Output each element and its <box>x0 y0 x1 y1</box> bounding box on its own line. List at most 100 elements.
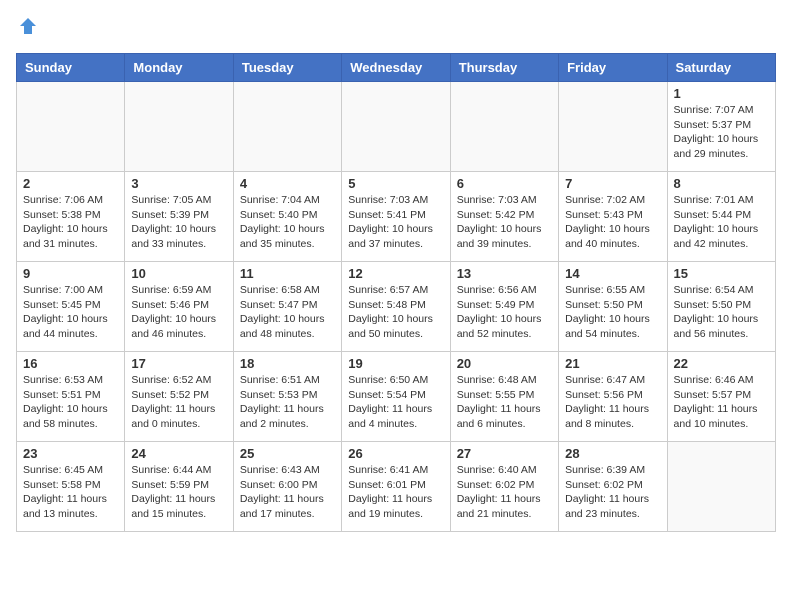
calendar-cell: 2 Sunrise: 7:06 AM Sunset: 5:38 PM Daylig… <box>17 172 125 262</box>
week-row-3: 9Sunrise: 7:00 AM Sunset: 5:45 PM Daylig… <box>17 262 776 352</box>
day-number: 18 <box>240 356 335 371</box>
day-number: 26 <box>348 446 443 461</box>
day-info: Sunrise: 6:46 AM Sunset: 5:57 PM Dayligh… <box>674 373 769 432</box>
day-number: 4 <box>240 176 335 191</box>
calendar: SundayMondayTuesdayWednesdayThursdayFrid… <box>16 53 776 532</box>
day-info: Sunrise: 7:03 AM Sunset: 5:42 PM Dayligh… <box>457 193 552 252</box>
day-info: Sunrise: 6:44 AM Sunset: 5:59 PM Dayligh… <box>131 463 226 522</box>
logo <box>16 16 38 41</box>
day-number: 17 <box>131 356 226 371</box>
day-info: Sunrise: 6:40 AM Sunset: 6:02 PM Dayligh… <box>457 463 552 522</box>
day-number: 13 <box>457 266 552 281</box>
week-row-2: 2 Sunrise: 7:06 AM Sunset: 5:38 PM Daylig… <box>17 172 776 262</box>
day-number: 5 <box>348 176 443 191</box>
calendar-cell: 19Sunrise: 6:50 AM Sunset: 5:54 PM Dayli… <box>342 352 450 442</box>
day-info: Sunrise: 6:55 AM Sunset: 5:50 PM Dayligh… <box>565 283 660 342</box>
weekday-header-row: SundayMondayTuesdayWednesdayThursdayFrid… <box>17 54 776 82</box>
calendar-cell: 4 Sunrise: 7:04 AM Sunset: 5:40 PM Daylig… <box>233 172 341 262</box>
day-info: Sunrise: 7:06 AM Sunset: 5:38 PM Dayligh… <box>23 193 118 252</box>
calendar-cell: 24 Sunrise: 6:44 AM Sunset: 5:59 PM Dayli… <box>125 442 233 532</box>
calendar-cell: 14 Sunrise: 6:55 AM Sunset: 5:50 PM Dayli… <box>559 262 667 352</box>
calendar-cell: 20Sunrise: 6:48 AM Sunset: 5:55 PM Dayli… <box>450 352 558 442</box>
calendar-cell <box>125 82 233 172</box>
day-info: Sunrise: 6:39 AM Sunset: 6:02 PM Dayligh… <box>565 463 660 522</box>
calendar-cell: 16 Sunrise: 6:53 AM Sunset: 5:51 PM Dayli… <box>17 352 125 442</box>
calendar-cell <box>342 82 450 172</box>
day-number: 7 <box>565 176 660 191</box>
header <box>16 16 776 41</box>
weekday-header-saturday: Saturday <box>667 54 775 82</box>
day-number: 23 <box>23 446 118 461</box>
calendar-cell: 5Sunrise: 7:03 AM Sunset: 5:41 PM Daylig… <box>342 172 450 262</box>
day-info: Sunrise: 7:05 AM Sunset: 5:39 PM Dayligh… <box>131 193 226 252</box>
weekday-header-monday: Monday <box>125 54 233 82</box>
calendar-cell: 12 Sunrise: 6:57 AM Sunset: 5:48 PM Dayli… <box>342 262 450 352</box>
day-number: 15 <box>674 266 769 281</box>
day-number: 11 <box>240 266 335 281</box>
calendar-cell: 27 Sunrise: 6:40 AM Sunset: 6:02 PM Dayli… <box>450 442 558 532</box>
day-info: Sunrise: 6:57 AM Sunset: 5:48 PM Dayligh… <box>348 283 443 342</box>
calendar-cell <box>450 82 558 172</box>
day-info: Sunrise: 7:01 AM Sunset: 5:44 PM Dayligh… <box>674 193 769 252</box>
logo-icon <box>18 16 38 36</box>
weekday-header-thursday: Thursday <box>450 54 558 82</box>
calendar-cell: 17 Sunrise: 6:52 AM Sunset: 5:52 PM Dayli… <box>125 352 233 442</box>
day-number: 21 <box>565 356 660 371</box>
day-info: Sunrise: 7:04 AM Sunset: 5:40 PM Dayligh… <box>240 193 335 252</box>
day-number: 28 <box>565 446 660 461</box>
day-info: Sunrise: 6:50 AM Sunset: 5:54 PM Dayligh… <box>348 373 443 432</box>
day-number: 25 <box>240 446 335 461</box>
calendar-cell: 13 Sunrise: 6:56 AM Sunset: 5:49 PM Dayli… <box>450 262 558 352</box>
day-info: Sunrise: 6:54 AM Sunset: 5:50 PM Dayligh… <box>674 283 769 342</box>
calendar-cell <box>233 82 341 172</box>
day-number: 3 <box>131 176 226 191</box>
day-info: Sunrise: 6:41 AM Sunset: 6:01 PM Dayligh… <box>348 463 443 522</box>
calendar-cell: 1 Sunrise: 7:07 AM Sunset: 5:37 PM Daylig… <box>667 82 775 172</box>
weekday-header-sunday: Sunday <box>17 54 125 82</box>
day-number: 8 <box>674 176 769 191</box>
weekday-header-friday: Friday <box>559 54 667 82</box>
week-row-4: 16 Sunrise: 6:53 AM Sunset: 5:51 PM Dayli… <box>17 352 776 442</box>
day-number: 10 <box>131 266 226 281</box>
calendar-cell: 7 Sunrise: 7:02 AM Sunset: 5:43 PM Daylig… <box>559 172 667 262</box>
calendar-cell: 18 Sunrise: 6:51 AM Sunset: 5:53 PM Dayli… <box>233 352 341 442</box>
day-number: 1 <box>674 86 769 101</box>
day-number: 16 <box>23 356 118 371</box>
day-number: 6 <box>457 176 552 191</box>
calendar-cell <box>17 82 125 172</box>
day-info: Sunrise: 6:56 AM Sunset: 5:49 PM Dayligh… <box>457 283 552 342</box>
day-number: 24 <box>131 446 226 461</box>
day-number: 14 <box>565 266 660 281</box>
calendar-cell: 9Sunrise: 7:00 AM Sunset: 5:45 PM Daylig… <box>17 262 125 352</box>
day-info: Sunrise: 6:52 AM Sunset: 5:52 PM Dayligh… <box>131 373 226 432</box>
week-row-1: 1 Sunrise: 7:07 AM Sunset: 5:37 PM Daylig… <box>17 82 776 172</box>
day-info: Sunrise: 6:51 AM Sunset: 5:53 PM Dayligh… <box>240 373 335 432</box>
day-info: Sunrise: 6:43 AM Sunset: 6:00 PM Dayligh… <box>240 463 335 522</box>
day-info: Sunrise: 6:59 AM Sunset: 5:46 PM Dayligh… <box>131 283 226 342</box>
calendar-cell: 21 Sunrise: 6:47 AM Sunset: 5:56 PM Dayli… <box>559 352 667 442</box>
calendar-cell: 6 Sunrise: 7:03 AM Sunset: 5:42 PM Daylig… <box>450 172 558 262</box>
calendar-cell: 26 Sunrise: 6:41 AM Sunset: 6:01 PM Dayli… <box>342 442 450 532</box>
day-info: Sunrise: 7:00 AM Sunset: 5:45 PM Dayligh… <box>23 283 118 342</box>
day-number: 22 <box>674 356 769 371</box>
day-info: Sunrise: 6:58 AM Sunset: 5:47 PM Dayligh… <box>240 283 335 342</box>
calendar-cell: 23 Sunrise: 6:45 AM Sunset: 5:58 PM Dayli… <box>17 442 125 532</box>
calendar-cell: 8 Sunrise: 7:01 AM Sunset: 5:44 PM Daylig… <box>667 172 775 262</box>
calendar-cell: 25 Sunrise: 6:43 AM Sunset: 6:00 PM Dayli… <box>233 442 341 532</box>
day-info: Sunrise: 6:47 AM Sunset: 5:56 PM Dayligh… <box>565 373 660 432</box>
calendar-cell <box>667 442 775 532</box>
day-info: Sunrise: 7:02 AM Sunset: 5:43 PM Dayligh… <box>565 193 660 252</box>
day-number: 12 <box>348 266 443 281</box>
day-info: Sunrise: 6:45 AM Sunset: 5:58 PM Dayligh… <box>23 463 118 522</box>
day-info: Sunrise: 6:53 AM Sunset: 5:51 PM Dayligh… <box>23 373 118 432</box>
day-number: 20 <box>457 356 552 371</box>
day-number: 27 <box>457 446 552 461</box>
calendar-cell: 22 Sunrise: 6:46 AM Sunset: 5:57 PM Dayli… <box>667 352 775 442</box>
calendar-cell: 10 Sunrise: 6:59 AM Sunset: 5:46 PM Dayli… <box>125 262 233 352</box>
day-info: Sunrise: 7:07 AM Sunset: 5:37 PM Dayligh… <box>674 103 769 162</box>
calendar-cell: 28 Sunrise: 6:39 AM Sunset: 6:02 PM Dayli… <box>559 442 667 532</box>
weekday-header-tuesday: Tuesday <box>233 54 341 82</box>
day-number: 2 <box>23 176 118 191</box>
calendar-cell: 3 Sunrise: 7:05 AM Sunset: 5:39 PM Daylig… <box>125 172 233 262</box>
calendar-cell: 11 Sunrise: 6:58 AM Sunset: 5:47 PM Dayli… <box>233 262 341 352</box>
